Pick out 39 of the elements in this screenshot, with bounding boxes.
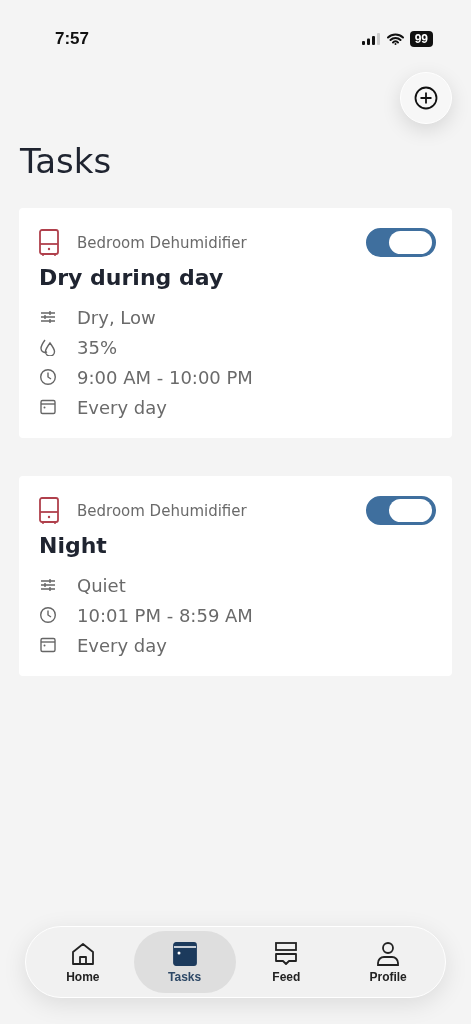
add-button[interactable]: [400, 72, 452, 124]
task-name: Night: [39, 533, 108, 558]
task-toggle[interactable]: [366, 496, 436, 525]
droplets-icon: [39, 338, 57, 356]
task-toggle[interactable]: [366, 228, 436, 257]
page-title: Tasks: [20, 144, 113, 178]
device-name: Bedroom Dehumidifier: [77, 233, 248, 252]
calendar-icon: [39, 398, 57, 416]
stacked-message-icon: [273, 940, 300, 967]
dehumidifier-icon: [39, 228, 59, 257]
task-detail: Dry, Low: [77, 306, 156, 328]
feed-tab[interactable]: Feed: [235, 931, 338, 993]
sliders-icon: [39, 576, 57, 594]
profile-tab[interactable]: Profile: [337, 931, 439, 993]
status-time: 7:57: [55, 29, 90, 49]
task-detail: Every day: [77, 396, 167, 418]
person-icon: [375, 940, 402, 967]
task-detail: 35%: [77, 336, 117, 358]
calendar-icon: [39, 636, 57, 654]
tasks-tab[interactable]: Tasks: [133, 931, 236, 993]
signal-icon: [361, 33, 381, 45]
sliders-icon: [39, 308, 57, 326]
dehumidifier-icon: [39, 496, 59, 525]
battery-level: 99: [409, 31, 433, 47]
task-detail: Quiet: [77, 574, 126, 596]
task-detail: 9:00 AM - 10:00 PM: [77, 366, 253, 388]
task-card[interactable]: Bedroom Dehumidifier Night Quiet 10:01 PM - 8:59 AM Every day: [19, 476, 452, 676]
wifi-icon: [386, 33, 404, 45]
task-detail: Every day: [77, 634, 167, 656]
task-card[interactable]: Bedroom Dehumidifier Dry during day Dry, Low 35% 9:00 AM - 10:00 PM Every day: [19, 208, 452, 438]
house-icon: [69, 940, 96, 967]
plus-icon: [414, 86, 438, 110]
task-name: Dry during day: [39, 265, 225, 290]
task-detail: 10:01 PM - 8:59 AM: [77, 604, 253, 626]
device-name: Bedroom Dehumidifier: [77, 501, 248, 520]
clock-icon: [39, 606, 57, 624]
clock-icon: [39, 368, 57, 386]
home-tab[interactable]: Home: [32, 931, 134, 993]
calendar-icon: [171, 940, 198, 967]
